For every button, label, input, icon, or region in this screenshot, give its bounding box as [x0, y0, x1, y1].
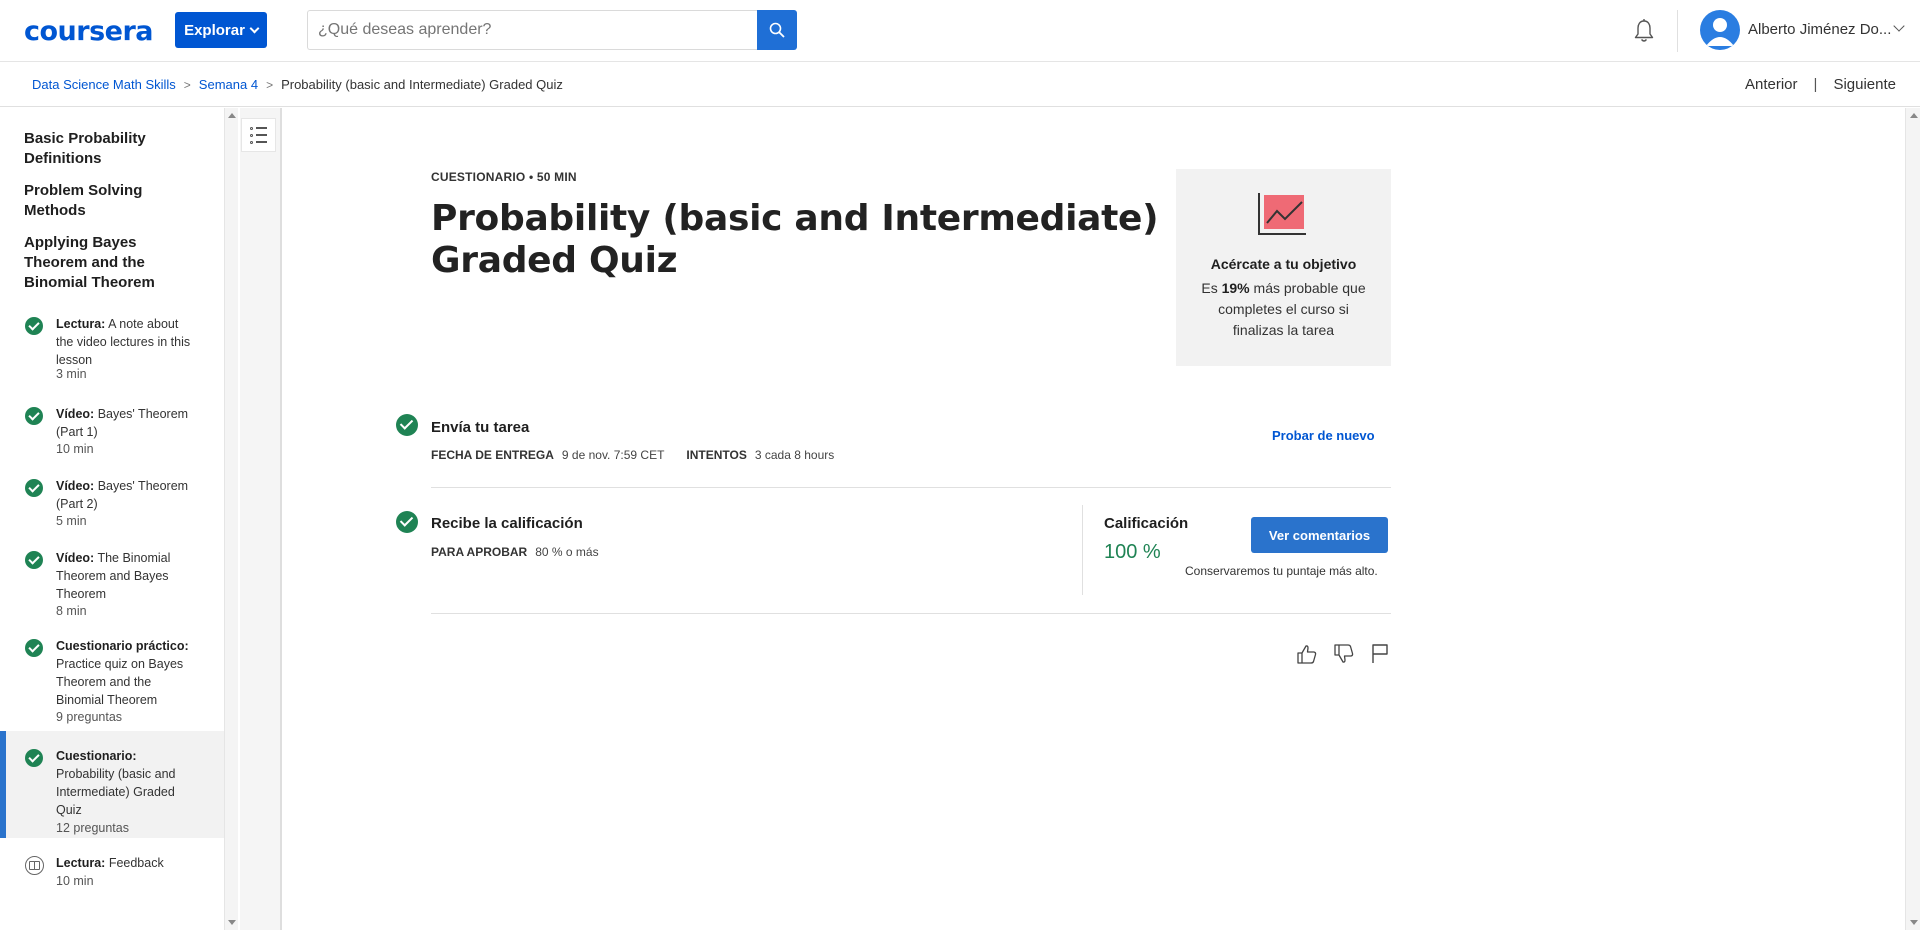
divider — [431, 613, 1391, 614]
search-button[interactable] — [757, 10, 797, 50]
thumbs-down-icon[interactable] — [1332, 642, 1356, 666]
pass-value: 80 % o más — [535, 545, 599, 559]
completed-check-icon — [25, 317, 43, 335]
scroll-up-icon[interactable] — [1910, 113, 1918, 118]
breadcrumb: Data Science Math Skills > Semana 4 > Pr… — [32, 77, 563, 92]
breadcrumb-current: Probability (basic and Intermediate) Gra… — [281, 77, 563, 92]
grade-value: 100 % — [1104, 541, 1161, 563]
flag-icon[interactable] — [1368, 642, 1392, 666]
grade-step-meta: PARA APROBAR 80 % o más — [431, 545, 599, 559]
trend-chart-icon — [1258, 193, 1306, 235]
item-duration: 5 min — [56, 514, 87, 528]
sidebar-item-practice-quiz[interactable]: Cuestionario práctico: Practice quiz on … — [0, 627, 224, 727]
grade-label: Calificación — [1104, 515, 1189, 532]
vertical-divider — [1082, 505, 1083, 595]
goal-title: Acércate a tu objetivo — [1210, 256, 1357, 272]
sidebar-item-reading-feedback[interactable]: Lectura: Feedback 10 min — [0, 844, 224, 900]
reading-book-icon — [25, 856, 44, 875]
item-duration: 8 min — [56, 604, 87, 618]
list-item: Lectura: A note about the video lectures… — [56, 317, 191, 367]
search-input[interactable] — [307, 10, 757, 50]
retry-link[interactable]: Probar de nuevo — [1272, 428, 1375, 443]
list-item: Vídeo: Bayes' Theorem (Part 1) — [56, 407, 189, 439]
toc-toggle-column — [240, 108, 282, 930]
list-item: Cuestionario: Probability (basic and Int… — [56, 749, 176, 817]
sidebar-item-video-binomial[interactable]: Vídeo: The Binomial Theorem and Bayes Th… — [0, 539, 224, 619]
goal-card: Acércate a tu objetivo Es 19% más probab… — [1176, 169, 1391, 366]
top-header: coursera Explorar Alberto Jiménez Do... — [0, 0, 1920, 62]
sidebar-item-graded-quiz[interactable]: Cuestionario: Probability (basic and Int… — [0, 731, 224, 838]
avatar-icon — [1706, 18, 1734, 46]
item-question-count: 9 preguntas — [56, 710, 123, 724]
list-item: Vídeo: The Binomial Theorem and Bayes Th… — [56, 551, 171, 601]
next-link[interactable]: Siguiente — [1833, 76, 1896, 93]
item-navigation: Anterior | Siguiente — [1745, 76, 1896, 93]
view-feedback-button[interactable]: Ver comentarios — [1251, 517, 1388, 553]
explore-button[interactable]: Explorar — [175, 12, 267, 48]
list-item: Lectura: Feedback — [56, 856, 164, 870]
breadcrumb-separator: > — [266, 77, 274, 92]
goal-text: Es 19% más probable que completes el cur… — [1201, 280, 1366, 338]
highest-score-note: Conservaremos tu puntaje más alto. — [1185, 564, 1378, 578]
submit-step-meta: FECHA DE ENTREGA 9 de nov. 7:59 CET INTENT… — [431, 448, 834, 462]
pass-label: PARA APROBAR — [431, 545, 528, 559]
user-name[interactable]: Alberto Jiménez Do... — [1748, 21, 1891, 38]
due-date-label: FECHA DE ENTREGA — [431, 448, 554, 462]
thumbs-up-icon[interactable] — [1295, 642, 1319, 666]
grade-step-title: Recibe la calificación — [431, 515, 583, 532]
item-duration: 3 min — [56, 367, 87, 381]
list-item: Cuestionario práctico: Practice quiz on … — [56, 639, 189, 707]
explore-label: Explorar — [184, 21, 245, 39]
toc-toggle-button[interactable] — [241, 118, 276, 152]
step-complete-check-icon — [396, 414, 418, 436]
sidebar-item-reading-note[interactable]: Lectura: A note about the video lectures… — [0, 305, 224, 385]
chevron-down-icon — [249, 23, 260, 33]
divider — [431, 487, 1391, 488]
completed-check-icon — [25, 639, 43, 657]
step-complete-check-icon — [396, 511, 418, 533]
section-basic-probability[interactable]: Basic Probability Definitions — [24, 129, 204, 169]
avatar[interactable] — [1700, 10, 1740, 50]
due-date-value: 9 de nov. 7:59 CET — [561, 448, 665, 462]
attempts-value: 3 cada 8 hours — [754, 448, 835, 462]
breadcrumb-week[interactable]: Semana 4 — [199, 77, 258, 92]
breadcrumb-course[interactable]: Data Science Math Skills — [32, 77, 176, 92]
list-item: Vídeo: Bayes' Theorem (Part 2) — [56, 479, 189, 511]
header-divider — [1677, 10, 1678, 52]
section-bayes-binomial[interactable]: Applying Bayes Theorem and the Binomial … — [24, 233, 204, 293]
breadcrumb-bar: Data Science Math Skills > Semana 4 > Pr… — [0, 62, 1920, 107]
sidebar-scrollbar[interactable] — [224, 108, 238, 930]
item-type-duration: CUESTIONARIO • 50 MIN — [431, 170, 577, 184]
section-problem-solving[interactable]: Problem Solving Methods — [24, 181, 204, 221]
item-duration: 10 min — [56, 442, 94, 456]
completed-check-icon — [25, 479, 43, 497]
completed-check-icon — [25, 749, 43, 767]
nav-divider: | — [1813, 76, 1818, 93]
bell-icon[interactable] — [1632, 18, 1656, 44]
previous-link[interactable]: Anterior — [1745, 76, 1798, 93]
item-question-count: 12 preguntas — [56, 821, 129, 835]
course-sidebar: Basic Probability Definitions Problem So… — [0, 108, 224, 930]
main-scrollbar[interactable] — [1905, 108, 1920, 930]
chevron-down-icon[interactable] — [1893, 20, 1905, 32]
submit-step-title: Envía tu tarea — [431, 419, 530, 436]
page-title: Probability (basic and Intermediate) Gra… — [431, 198, 1159, 281]
coursera-logo[interactable]: coursera — [24, 16, 154, 47]
completed-check-icon — [25, 551, 43, 569]
attempts-label: INTENTOS — [686, 448, 747, 462]
completed-check-icon — [25, 407, 43, 425]
scroll-down-icon[interactable] — [1910, 920, 1918, 925]
search-icon — [769, 22, 785, 38]
sidebar-item-video-bayes-1[interactable]: Vídeo: Bayes' Theorem (Part 1) 10 min — [0, 395, 224, 459]
goal-percent: 19% — [1221, 280, 1250, 296]
scroll-up-icon[interactable] — [228, 113, 236, 118]
breadcrumb-separator: > — [183, 77, 191, 92]
sidebar-item-video-bayes-2[interactable]: Vídeo: Bayes' Theorem (Part 2) 5 min — [0, 467, 224, 531]
scroll-down-icon[interactable] — [228, 920, 236, 925]
list-icon — [250, 126, 267, 130]
item-duration: 10 min — [56, 874, 94, 888]
